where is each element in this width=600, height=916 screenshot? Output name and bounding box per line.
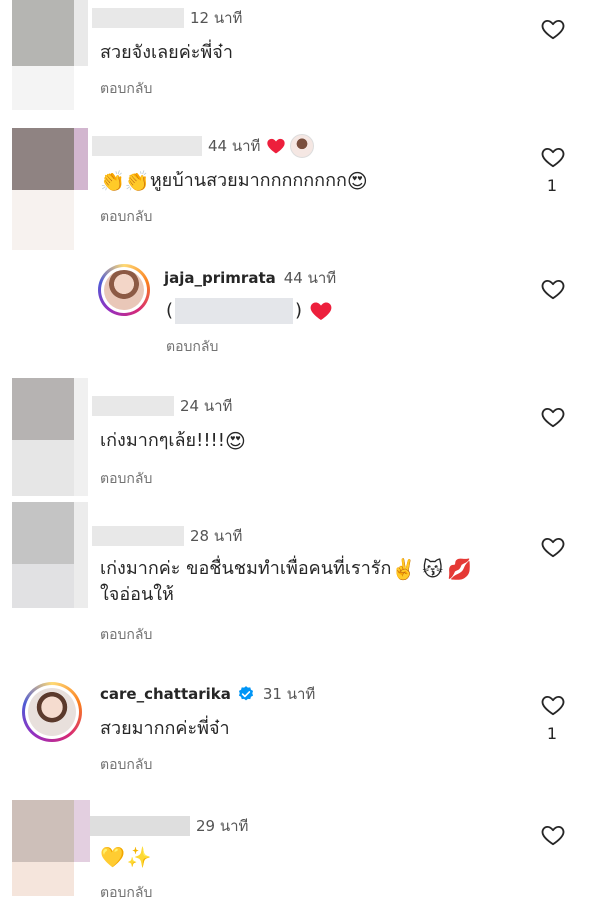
reply-button[interactable]: ตอบกลับ (100, 206, 152, 228)
comment-meta: 12 นาที (92, 6, 242, 30)
timestamp: 28 นาที (190, 527, 243, 545)
reply-button[interactable]: ตอบกลับ (100, 882, 152, 904)
comment-text: ( ) (166, 298, 334, 324)
reply-button[interactable]: ตอบกลับ (166, 336, 218, 358)
comment-5: care_chattarika 31 นาที สวยมากกค่ะพี่จ๋า… (0, 672, 600, 782)
username-redacted[interactable] (92, 396, 174, 416)
red-heart-icon (267, 138, 286, 154)
like-count[interactable]: 1 (546, 176, 558, 195)
avatar[interactable] (98, 264, 150, 316)
author-avatar-badge (290, 134, 315, 158)
verified-icon (238, 686, 253, 701)
timestamp: 12 นาที (190, 9, 243, 27)
timestamp: 44 นาที (208, 137, 261, 155)
heart-icon[interactable] (540, 404, 566, 430)
heart-eyes-icon: 😍 (346, 169, 368, 193)
comment-text: เก่งมากๆเล้ย!!!! 😍 (100, 429, 246, 453)
sparkles-icon: ✨ (126, 845, 152, 869)
heart-icon[interactable] (540, 534, 566, 560)
clap-icon: 👏 (124, 169, 150, 193)
comment-meta: 44 นาที (92, 134, 315, 158)
reply-comment: jaja_primrata 44 นาที ( ) ตอบกลับ (0, 260, 600, 370)
heart-icon[interactable] (540, 692, 566, 718)
red-heart-icon (310, 302, 332, 320)
comment-meta: 28 นาที (92, 524, 242, 548)
comment-1: 12 นาที สวยจังเลยค่ะพี่จ๋า ตอบกลับ (0, 0, 600, 120)
timestamp: 31 นาที (262, 685, 316, 703)
comment-text: เก่งมากค่ะ ขอชื่นชมทำเพื่อคนที่เรารัก ✌️… (100, 557, 473, 605)
clap-icon: 👏 (100, 169, 125, 193)
comment-4: 28 นาที เก่งมากค่ะ ขอชื่นชมทำเพื่อคนที่เ… (0, 502, 600, 652)
timestamp: 29 นาที (196, 817, 249, 835)
heart-icon[interactable] (540, 822, 566, 848)
username-redacted[interactable] (92, 8, 184, 28)
comment-text: สวยมากกค่ะพี่จ๋า (100, 718, 230, 739)
comment-meta: 29 นาที (90, 814, 248, 838)
comment-6: 29 นาที 💛 ✨ ตอบกลับ (0, 800, 600, 916)
reply-button[interactable]: ตอบกลับ (100, 468, 152, 490)
like-count[interactable]: 1 (546, 724, 558, 743)
avatar[interactable] (22, 682, 82, 742)
comment-text: สวยจังเลยค่ะพี่จ๋า (100, 42, 233, 63)
mention-redacted[interactable] (175, 298, 294, 324)
comment-meta: care_chattarika 31 นาที (100, 682, 315, 706)
username[interactable]: care_chattarika (100, 685, 231, 703)
heart-eyes-icon: 😍 (224, 429, 246, 453)
victory-hand-icon: ✌️ (391, 557, 417, 581)
comment-meta: 24 นาที (92, 394, 232, 418)
comment-text: 👏 👏 หูยบ้านสวยมากกกกกกกก 😍 (100, 169, 368, 193)
heart-icon[interactable] (540, 16, 566, 42)
comment-meta: jaja_primrata 44 นาที (164, 266, 336, 290)
comment-text: 💛 ✨ (100, 844, 152, 870)
username[interactable]: jaja_primrata (164, 269, 276, 287)
comment-2: 44 นาที 👏 👏 หูยบ้านสวยมากกกกกกกก 😍 ตอบกล… (0, 128, 600, 250)
kissing-cat-icon: 😽 (422, 557, 444, 581)
username-redacted[interactable] (90, 816, 190, 836)
reply-button[interactable]: ตอบกลับ (100, 78, 152, 100)
lips-icon: 💋 (447, 557, 473, 581)
timestamp: 24 นาที (180, 397, 233, 415)
username-redacted[interactable] (92, 136, 202, 156)
username-redacted[interactable] (92, 526, 184, 546)
heart-icon[interactable] (540, 276, 566, 302)
reply-button[interactable]: ตอบกลับ (100, 624, 152, 646)
heart-icon[interactable] (540, 144, 566, 170)
comment-3: 24 นาที เก่งมากๆเล้ย!!!! 😍 ตอบกลับ (0, 378, 600, 498)
yellow-heart-icon: 💛 (100, 845, 125, 869)
reply-button[interactable]: ตอบกลับ (100, 754, 152, 776)
timestamp: 44 นาที (283, 269, 337, 287)
